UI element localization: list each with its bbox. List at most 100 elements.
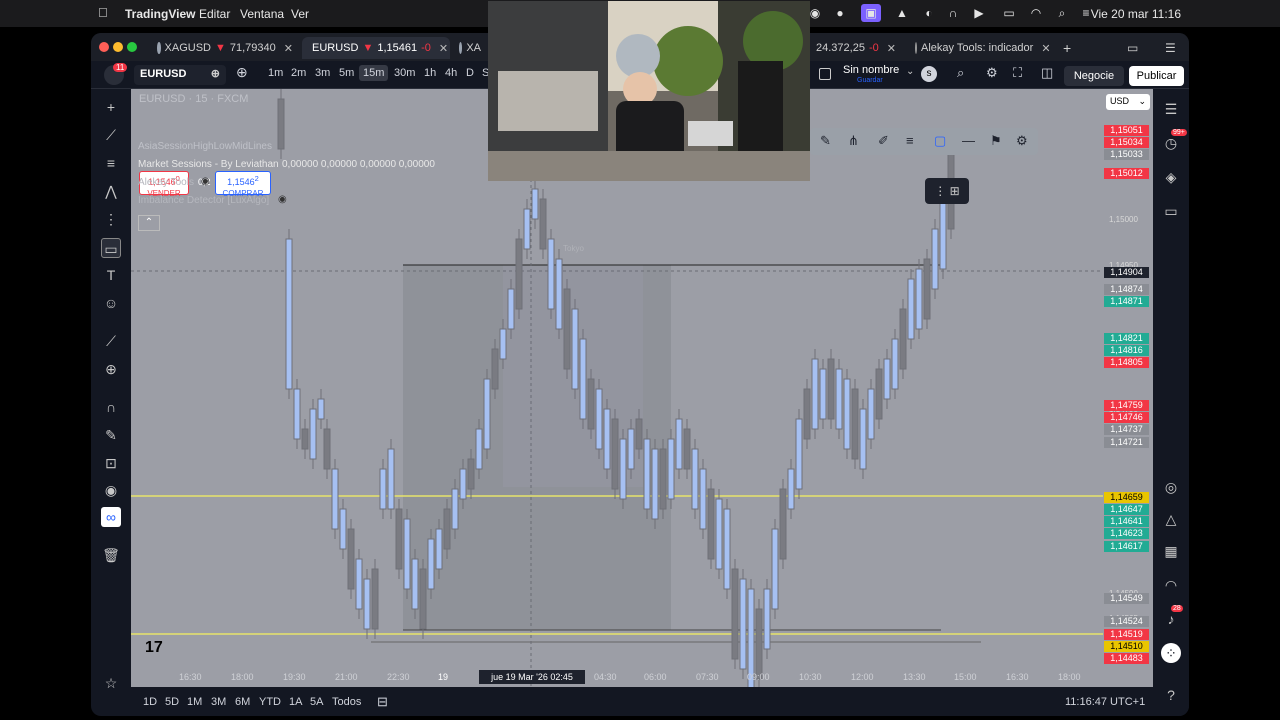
buy-button[interactable]: 1,15462 COMPRAR [215,171,271,198]
settings-icon[interactable]: ⚙ [986,65,998,81]
crosshair-icon[interactable]: + [101,97,121,117]
save-label[interactable]: Guardar [857,77,883,84]
tf-5m[interactable]: 5m [339,67,354,79]
tradingview-logo-icon[interactable]: 17 [145,639,163,657]
symbol-search[interactable]: EURUSD ⊕ [134,65,226,85]
drag-handle-icon[interactable]: ⋮ ⊞ [925,178,969,204]
tf-1h[interactable]: 1h [424,67,436,79]
menu-app-name[interactable]: TradingView [125,7,195,21]
lock-icon[interactable]: ⊡ [101,453,121,473]
collapse-legend-icon[interactable]: ⌃ [138,215,160,231]
close-tab-icon[interactable]: ✕ [1041,42,1050,55]
hidden-eye-icon[interactable]: ◉ [201,176,210,187]
rect-tool-icon[interactable]: ▢ [934,133,946,149]
fullscreen-icon[interactable]: ⛶ [1013,65,1022,81]
tray-record-icon[interactable]: ◉ [808,4,822,22]
pencil-icon[interactable]: ✎ [101,425,121,445]
pen-icon[interactable]: ✐ [878,133,889,149]
apps-grid-icon[interactable]: ⁘ [1161,643,1181,663]
fib-icon[interactable]: ≡ [101,153,121,173]
help-icon[interactable]: ? [1161,685,1181,705]
minimize-window-button[interactable] [113,42,123,52]
range-1m[interactable]: 1M [187,696,202,708]
close-window-button[interactable] [99,42,109,52]
layers-icon[interactable]: ◈ [1161,167,1181,187]
range-todos[interactable]: Todos [332,696,361,708]
alerts-clock-icon[interactable]: ◷ [1161,133,1181,153]
tab-index[interactable]: 24.372,25 -0 ✕ [810,37,906,59]
tray-warning-icon[interactable]: ▲ [895,4,909,22]
maximize-window-button[interactable] [127,42,137,52]
hline-icon[interactable]: — [962,133,975,148]
tray-app-icon[interactable]: ◐ [922,4,936,22]
range-5a[interactable]: 5A [310,696,323,708]
text-icon[interactable]: T [101,265,121,285]
chevron-down-icon[interactable]: ⌄ [906,66,914,77]
layout-name[interactable]: Sin nombre [843,64,899,76]
tab-xa[interactable]: XA [453,37,487,59]
user-avatar[interactable]: s [921,66,937,82]
menu-ver[interactable]: Ver [291,7,309,21]
tab-alekay-tools[interactable]: Alekay Tools: indicador ✕ [909,37,1054,59]
utc-clock[interactable]: 11:16:47 UTC+1 [1065,696,1145,708]
add-symbol-icon[interactable]: ⊕ [236,64,248,81]
lines-icon[interactable]: ≡ [906,133,914,148]
magnet-icon[interactable]: ∩ [101,397,121,417]
camera-icon[interactable]: ◫ [1041,65,1053,81]
layout-icon[interactable]: ▭ [1121,37,1144,59]
range-ytd[interactable]: YTD [259,696,281,708]
calendar-icon[interactable]: ▦ [1161,541,1181,561]
tf-1m[interactable]: 1m [268,67,283,79]
tray-battery-icon[interactable]: ▭ [998,4,1020,22]
compare-icon[interactable]: ⊕ [211,67,220,80]
flag-icon[interactable]: ⚑ [990,133,1002,149]
target-icon[interactable]: ◎ [1161,477,1181,497]
tray-screen-icon[interactable]: ▣ [861,4,881,22]
tab-xagusd[interactable]: XAGUSD ▼ 71,79340 ✕ [151,37,299,59]
pattern-icon[interactable]: ⋀ [101,181,121,201]
tray-dot-icon[interactable]: ● [833,4,847,22]
tf-d[interactable]: D [466,67,474,79]
templates-icon[interactable]: ⋔ [848,133,859,149]
trendline-icon[interactable]: ⟋ [101,125,121,145]
emoji-icon[interactable]: ☺ [101,293,121,313]
close-tab-icon[interactable]: ✕ [439,42,448,55]
tf-3m[interactable]: 3m [315,67,330,79]
ideas-icon[interactable]: △ [1161,509,1181,529]
negocie-button[interactable]: Negocie [1064,66,1124,86]
close-tab-icon[interactable]: ✕ [887,42,896,55]
tray-headphones-icon[interactable]: ∩ [946,4,960,22]
trash-icon[interactable]: 🗑 [101,545,121,565]
range-1d[interactable]: 1D [143,696,157,708]
range-6m[interactable]: 6M [235,696,250,708]
zoom-icon[interactable]: ⊕ [101,359,121,379]
goto-date-icon[interactable]: ⊟ [377,694,388,710]
tf-2m[interactable]: 2m [291,67,306,79]
menu-editar[interactable]: Editar [199,7,230,21]
chart-title[interactable]: EURUSD · 15 · FXCM [139,93,248,105]
ruler-icon[interactable]: ⟋ [101,331,121,351]
indicator-imbalance[interactable]: Imbalance Detector [LuxAlgo] [138,195,269,206]
settings-icon[interactable]: ⚙ [1016,133,1028,149]
tf-30m[interactable]: 30m [394,67,415,79]
rectangle-icon[interactable]: ▭ [101,238,121,258]
indicator-search-icon[interactable]: ⌕ [957,65,964,81]
indicator-market-sessions[interactable]: Market Sessions - By Leviathan [138,159,279,170]
tab-eurusd[interactable]: EURUSD ▼ 1,15461 -0 ✕ [302,37,450,59]
watchlist-icon[interactable]: ☰ [1161,99,1181,119]
menu-icon[interactable]: ☰ [1159,37,1182,59]
range-1a[interactable]: 1A [289,696,302,708]
checkbox-icon[interactable] [819,68,831,80]
currency-select[interactable]: USD ⌄ [1106,94,1150,110]
tf-15m[interactable]: 15m [359,65,389,81]
bell-icon[interactable]: ♪ [1161,609,1181,629]
chat-icon[interactable]: ▭ [1161,201,1181,221]
broadcast-icon[interactable]: ◠ [1161,575,1181,595]
tray-search-icon[interactable]: ⌕ [1055,4,1069,22]
range-3m[interactable]: 3M [211,696,226,708]
star-icon[interactable]: ☆ [101,673,121,693]
range-5d[interactable]: 5D [165,696,179,708]
close-tab-icon[interactable]: ✕ [284,42,293,55]
publicar-button[interactable]: Publicar [1129,66,1184,86]
measure-icon[interactable]: ⋮ [101,209,121,229]
